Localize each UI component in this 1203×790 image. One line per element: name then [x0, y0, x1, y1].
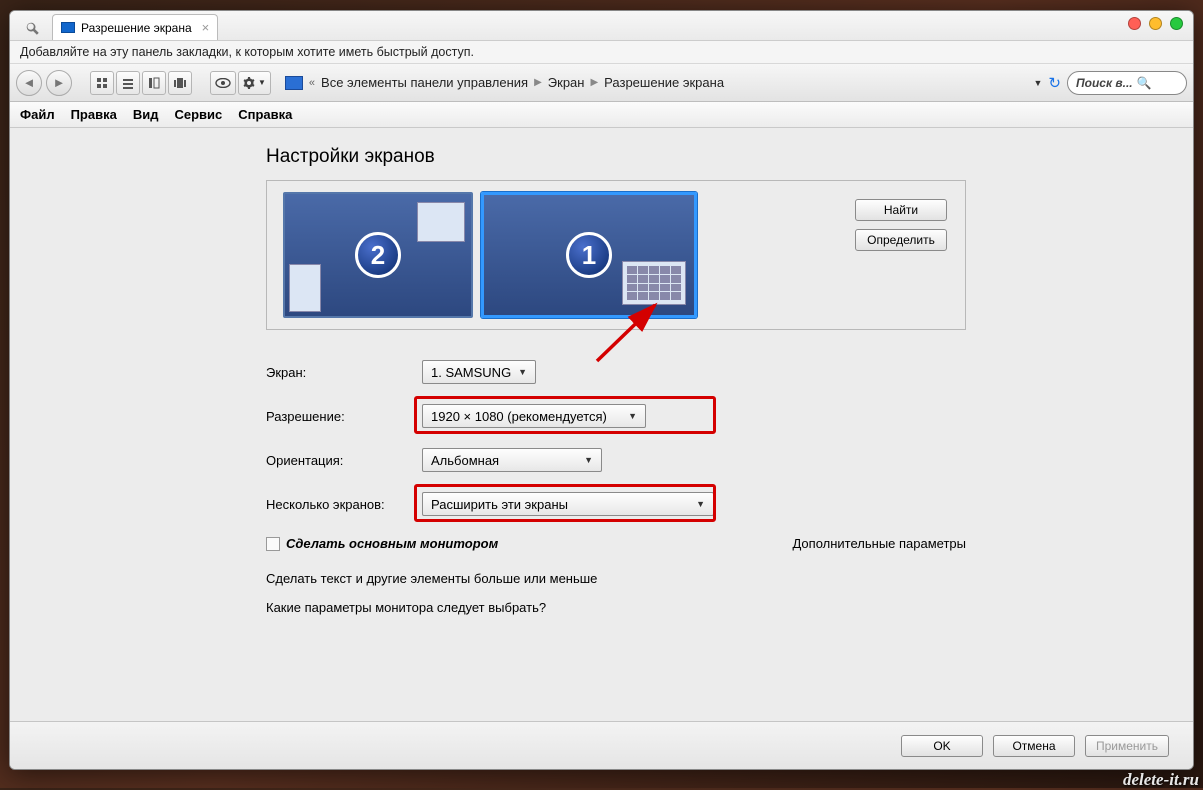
window-controls [1128, 17, 1183, 30]
search-icon: 🔍 [1137, 76, 1152, 90]
browser-tab[interactable]: Разрешение экрана × [52, 14, 218, 40]
menu-edit[interactable]: Правка [71, 107, 117, 122]
caret-down-icon: ▼ [584, 455, 593, 465]
breadcrumb-overflow-icon[interactable]: « [309, 77, 315, 89]
bottom-bar: OK Отмена Применить [10, 721, 1193, 769]
tab-strip: Разрешение экрана × [10, 11, 1193, 41]
maximize-window-icon[interactable] [1170, 17, 1183, 30]
apply-button[interactable]: Применить [1085, 735, 1169, 757]
view-tiles-button[interactable] [90, 71, 114, 95]
quicklook-button[interactable] [210, 71, 236, 95]
breadcrumb-item[interactable]: Разрешение экрана [604, 75, 724, 90]
caret-down-icon: ▼ [628, 411, 637, 421]
resolution-dropdown[interactable]: 1920 × 1080 (рекомендуется)▼ [422, 404, 646, 428]
tab-close-icon[interactable]: × [202, 20, 210, 35]
identify-button[interactable]: Определить [855, 229, 947, 251]
menu-file[interactable]: Файл [20, 107, 55, 122]
cancel-button[interactable]: Отмена [993, 735, 1075, 757]
menu-service[interactable]: Сервис [174, 107, 222, 122]
bookmarks-hint: Добавляйте на эту панель закладки, к кот… [10, 41, 1193, 64]
display-preview-box: 2 1 Найти Определить [266, 180, 966, 330]
monitor-number-badge: 1 [566, 232, 612, 278]
breadcrumb-item[interactable]: Экран [548, 75, 585, 90]
chevron-right-icon: ▶ [534, 77, 542, 88]
minimize-window-icon[interactable] [1149, 17, 1162, 30]
make-main-label: Сделать основным монитором [286, 536, 498, 551]
screen-label: Экран: [266, 365, 422, 380]
text-size-link[interactable]: Сделать текст и другие элементы больше и… [266, 571, 1193, 586]
tab-title: Разрешение экрана [81, 21, 192, 35]
browser-window: Разрешение экрана × Добавляйте на эту па… [9, 10, 1194, 770]
make-main-row: Сделать основным монитором Дополнительны… [266, 536, 966, 551]
make-main-checkbox[interactable] [266, 537, 280, 551]
breadcrumb-item[interactable]: Все элементы панели управления [321, 75, 528, 90]
mini-window-icon [289, 264, 321, 312]
search-input[interactable]: Поиск в... 🔍 [1067, 71, 1187, 95]
menu-view[interactable]: Вид [133, 107, 159, 122]
action-menu-button[interactable]: ▼ [238, 71, 271, 95]
orientation-label: Ориентация: [266, 453, 422, 468]
watermark: delete-it.ru [1123, 770, 1199, 790]
view-columns-button[interactable] [142, 71, 166, 95]
multiple-displays-dropdown[interactable]: Расширить эти экраны▼ [422, 492, 714, 516]
nav-back-button[interactable]: ◄ [16, 70, 42, 96]
screen-dropdown[interactable]: 1. SAMSUNG▼ [422, 360, 536, 384]
content-area: Настройки экранов 2 1 Найти Определи [10, 128, 1193, 721]
tool-group: ▼ [210, 71, 271, 95]
caret-down-icon: ▼ [518, 367, 527, 377]
nav-forward-button[interactable]: ► [46, 70, 72, 96]
menu-help[interactable]: Справка [238, 107, 292, 122]
refresh-icon[interactable]: ↻ [1048, 74, 1061, 92]
view-mode-group [90, 71, 192, 95]
wrench-icon[interactable] [18, 16, 46, 40]
breadcrumb-dropdown-icon[interactable]: ▼ [1034, 78, 1043, 88]
settings-fields: Экран: 1. SAMSUNG▼ Разрешение: 1920 × 10… [266, 350, 966, 526]
view-list-button[interactable] [116, 71, 140, 95]
find-button[interactable]: Найти [855, 199, 947, 221]
menu-bar: Файл Правка Вид Сервис Справка [10, 102, 1193, 128]
chevron-right-icon: ▶ [590, 77, 598, 88]
page-title: Настройки экранов [266, 146, 1193, 168]
caret-down-icon: ▼ [696, 499, 705, 509]
multiple-displays-label: Несколько экранов: [266, 497, 422, 512]
control-panel-icon [285, 76, 303, 90]
ok-button[interactable]: OK [901, 735, 983, 757]
tab-favicon [61, 22, 75, 33]
monitor-number-badge: 2 [355, 232, 401, 278]
mini-window-icon [417, 202, 465, 242]
close-window-icon[interactable] [1128, 17, 1141, 30]
view-coverflow-button[interactable] [168, 71, 192, 95]
search-placeholder: Поиск в... [1076, 76, 1133, 90]
which-settings-link[interactable]: Какие параметры монитора следует выбрать… [266, 600, 1193, 615]
toolbar: ◄ ► ▼ « Все элементы панели управления ▶… [10, 64, 1193, 102]
advanced-params-link[interactable]: Дополнительные параметры [792, 536, 966, 551]
monitor-2[interactable]: 2 [283, 192, 473, 318]
orientation-dropdown[interactable]: Альбомная▼ [422, 448, 602, 472]
breadcrumb: « Все элементы панели управления ▶ Экран… [285, 75, 1022, 90]
resolution-label: Разрешение: [266, 409, 422, 424]
